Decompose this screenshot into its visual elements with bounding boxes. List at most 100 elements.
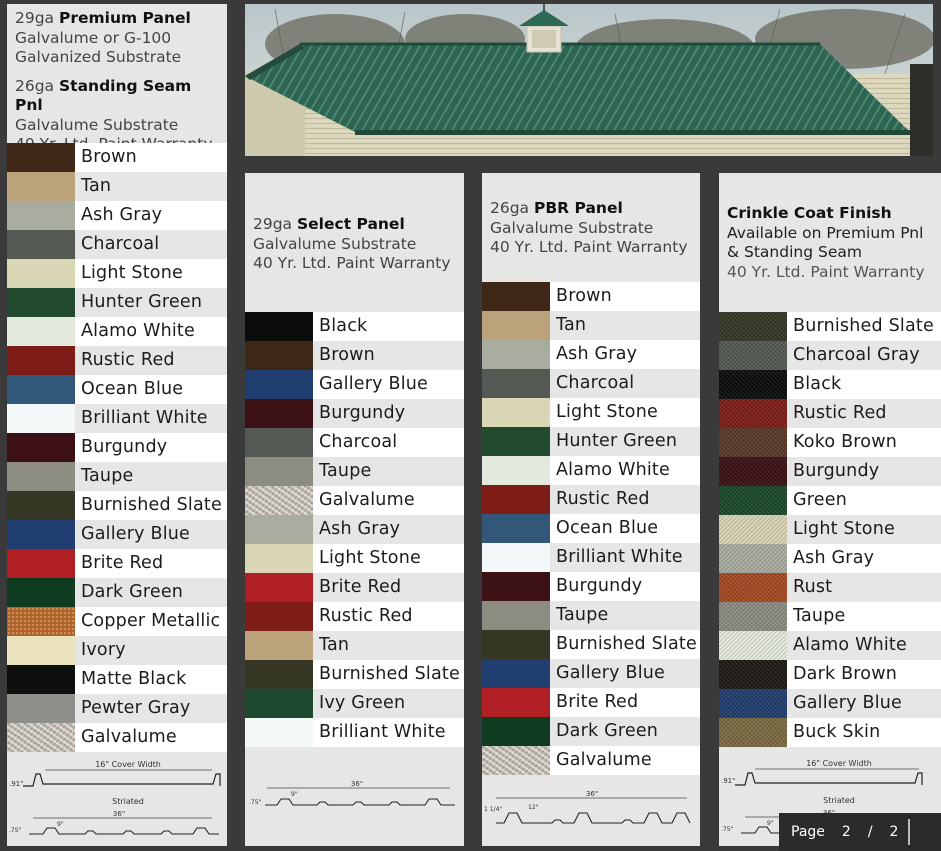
color-row: Ocean Blue: [482, 514, 700, 543]
barn-photo: [245, 4, 933, 156]
color-name: Burnished Slate: [556, 634, 697, 654]
cover-width-label: 16" Cover Width: [95, 760, 161, 769]
height-label: .91": [721, 777, 735, 785]
pager-divider: [908, 819, 911, 845]
color-swatch: [482, 543, 550, 572]
color-name: Buck Skin: [793, 722, 881, 742]
color-row: Gallery Blue: [245, 370, 464, 399]
color-row: Galvalume: [482, 746, 700, 775]
height-label: .75": [249, 799, 262, 806]
color-row: Taupe: [482, 601, 700, 630]
color-name: Brown: [319, 345, 375, 365]
color-row: Galvalume: [245, 486, 464, 515]
color-swatch: [482, 688, 550, 717]
color-name: Brilliant White: [81, 408, 208, 428]
color-row: Alamo White: [482, 456, 700, 485]
column-header: 29ga Select Panel Galvalume Substrate 40…: [253, 215, 458, 274]
color-row: Matte Black: [7, 665, 227, 694]
color-row: Brite Red: [482, 688, 700, 717]
color-row: Burnished Slate: [482, 630, 700, 659]
column-header: Crinkle Coat Finish Available on Premium…: [727, 204, 935, 282]
warranty-line: 40 Yr. Ltd. Paint Warranty: [253, 254, 451, 272]
color-row: Brite Red: [7, 549, 227, 578]
color-swatch: [7, 520, 75, 549]
column-header: 26ga PBR Panel Galvalume Substrate 40 Yr…: [490, 199, 694, 258]
panel-profile-diagram: 16" Cover Width .91" Striated 36" 9" .75…: [9, 760, 221, 835]
cover-width-label: 16" Cover Width: [806, 759, 872, 768]
color-name: Ocean Blue: [81, 379, 184, 399]
color-name: Dark Brown: [793, 664, 898, 684]
color-row: Light Stone: [719, 515, 941, 544]
color-swatch: [719, 370, 787, 399]
color-name: Ivy Green: [319, 693, 406, 713]
substrate-line: Galvanized Substrate: [15, 48, 182, 66]
color-swatch: [245, 370, 313, 399]
current-page[interactable]: 2: [842, 824, 851, 840]
color-name: Burgundy: [81, 437, 168, 457]
color-row: Taupe: [7, 462, 227, 491]
column-header: 29ga Premium Panel Galvalume or G-100 Ga…: [15, 9, 221, 155]
color-swatch: [482, 514, 550, 543]
color-swatch: [719, 631, 787, 660]
color-swatch: [482, 601, 550, 630]
color-name: Ash Gray: [319, 519, 401, 539]
panel-profile-diagram: 36" 9" .75": [249, 780, 455, 806]
sub-height-label: .75": [9, 827, 22, 834]
color-name: Hunter Green: [81, 292, 203, 312]
color-swatch: [245, 312, 313, 341]
color-swatch: [245, 689, 313, 718]
color-swatch: [482, 630, 550, 659]
color-name: Taupe: [319, 461, 372, 481]
color-swatch: [719, 515, 787, 544]
color-row: Charcoal: [7, 230, 227, 259]
color-name: Burgundy: [793, 461, 880, 481]
color-row: Tan: [7, 172, 227, 201]
color-name: Light Stone: [319, 548, 421, 568]
color-row: Ash Gray: [482, 340, 700, 369]
color-swatch: [719, 312, 787, 341]
color-row: Gallery Blue: [7, 520, 227, 549]
gauge-label: 29ga: [15, 9, 59, 27]
crinkle-coat-finish-column: Crinkle Coat Finish Available on Premium…: [719, 173, 941, 846]
color-row: Light Stone: [245, 544, 464, 573]
color-swatch: [482, 456, 550, 485]
color-row: Brown: [482, 282, 700, 311]
color-name: Rustic Red: [319, 606, 413, 626]
color-swatch: [719, 660, 787, 689]
color-swatch: [482, 427, 550, 456]
color-name: Tan: [81, 176, 112, 196]
color-swatch: [245, 399, 313, 428]
product-title: 26ga Standing Seam Pnl: [15, 77, 221, 116]
product-title: Crinkle Coat Finish: [727, 204, 935, 224]
profile-label: Striated: [823, 796, 855, 805]
color-row: Ivy Green: [245, 689, 464, 718]
substrate-line: Galvalume Substrate: [15, 115, 179, 134]
color-swatch: [7, 230, 75, 259]
color-name: Charcoal: [81, 234, 160, 254]
color-name: Brite Red: [319, 577, 402, 597]
color-row: Gallery Blue: [482, 659, 700, 688]
color-name: Taupe: [793, 606, 846, 626]
color-swatch: [482, 659, 550, 688]
color-row: Hunter Green: [7, 288, 227, 317]
color-row: Rust: [719, 573, 941, 602]
color-row: Dark Green: [482, 717, 700, 746]
select-panel-column: 29ga Select Panel Galvalume Substrate 40…: [245, 173, 464, 846]
color-row: Dark Green: [7, 578, 227, 607]
color-row: Burnished Slate: [719, 312, 941, 341]
color-name: Rustic Red: [793, 403, 887, 423]
color-swatch: [719, 399, 787, 428]
color-swatch: [482, 282, 550, 311]
color-swatch: [7, 607, 75, 636]
color-name: Brite Red: [81, 553, 164, 573]
pbr-panel-column: 26ga PBR Panel Galvalume Substrate 40 Yr…: [482, 173, 700, 846]
color-row: Buck Skin: [719, 718, 941, 747]
color-row: Brown: [7, 143, 227, 172]
color-name: Galvalume: [556, 750, 652, 770]
substrate-line: Galvalume Substrate: [490, 218, 654, 237]
color-name: Dark Green: [556, 721, 659, 741]
substrate-line: Galvalume or G-100: [15, 28, 172, 47]
color-name: Brown: [556, 286, 612, 306]
page-navigator[interactable]: Page 2 / 2: [779, 813, 941, 851]
color-row: Light Stone: [482, 398, 700, 427]
